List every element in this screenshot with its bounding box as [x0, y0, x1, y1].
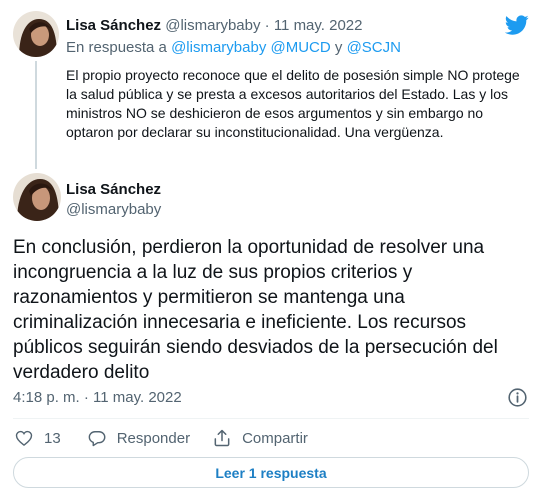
parent-author-avatar[interactable] [13, 11, 59, 57]
heart-icon [15, 430, 33, 446]
reply-label: Responder [116, 429, 191, 447]
header-separator: · [264, 17, 270, 34]
share-icon [214, 429, 230, 447]
parent-tweet-date[interactable]: 11 may. 2022 [274, 17, 363, 34]
read-replies-button[interactable]: Leer 1 respuesta [13, 457, 529, 488]
reply-prefix: En respuesta a [66, 39, 167, 56]
tweet-timestamp[interactable]: 4:18 p. m. · 11 may. 2022 [13, 388, 182, 408]
reply-context: En respuesta a @lismarybaby @MUCD y @SCJ… [66, 38, 401, 58]
reply-bubble-icon [88, 431, 106, 447]
main-tweet-text: En conclusión, perdieron la oportunidad … [13, 237, 498, 383]
tweet-embed-card: Lisa Sánchez @lismarybaby · 11 may. 2022… [0, 0, 540, 493]
main-author-avatar[interactable] [13, 173, 61, 221]
tweet-time[interactable]: 4:18 p. m. [13, 389, 80, 406]
actions-divider [13, 418, 529, 419]
reply-button[interactable]: Responder [87, 428, 190, 448]
parent-tweet-header: Lisa Sánchez @lismarybaby · 11 may. 2022 [66, 16, 363, 36]
thread-connector-line [35, 61, 37, 169]
tweet-actions-bar: 13 Responder Compartir [14, 426, 308, 450]
tweet-date[interactable]: 11 may. 2022 [93, 389, 182, 406]
main-author-handle[interactable]: @lismarybaby [66, 200, 161, 220]
like-button[interactable]: 13 [14, 428, 61, 448]
share-label: Compartir [242, 429, 308, 447]
reply-mentions-link[interactable]: @lismarybaby @MUCD [171, 39, 331, 56]
twitter-bird-icon[interactable] [504, 13, 529, 37]
parent-tweet-text: El propio proyecto reconoce que el delit… [66, 67, 520, 140]
main-author-name[interactable]: Lisa Sánchez [66, 180, 161, 200]
parent-author-name[interactable]: Lisa Sánchez [66, 17, 161, 34]
info-icon[interactable] [507, 387, 528, 408]
reply-and: y [334, 39, 343, 56]
share-button[interactable]: Compartir [212, 428, 308, 448]
reply-mention-scjn[interactable]: @SCJN [347, 39, 401, 56]
timestamp-separator: · [83, 389, 89, 406]
parent-author-handle[interactable]: @lismarybaby [165, 17, 260, 34]
like-count: 13 [44, 429, 61, 447]
